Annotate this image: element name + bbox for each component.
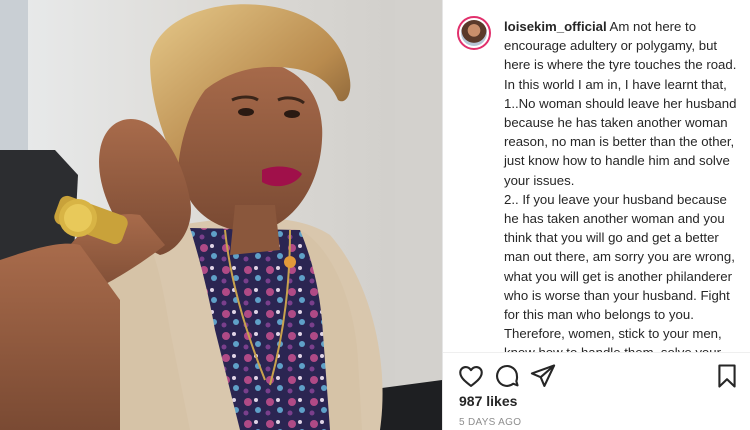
avatar[interactable] [457, 16, 491, 50]
instagram-post: loisekim_official Am not here to encoura… [0, 0, 750, 430]
post-timestamp[interactable]: 5 DAYS AGO [459, 417, 521, 428]
caption: loisekim_official Am not here to encoura… [504, 17, 744, 352]
divider [443, 352, 750, 353]
post-photo-image [0, 0, 442, 430]
likes-count[interactable]: 987 likes [459, 393, 517, 409]
bookmark-icon [718, 364, 736, 388]
share-icon [530, 364, 556, 387]
action-bar [443, 356, 750, 392]
avatar-image [461, 20, 487, 46]
caption-text: Am not here to encourage adultery or pol… [504, 19, 737, 352]
like-button[interactable] [457, 362, 485, 390]
comment-button[interactable] [493, 362, 521, 390]
post-sidebar: loisekim_official Am not here to encoura… [442, 0, 750, 430]
heart-icon [459, 365, 483, 387]
username-link[interactable]: loisekim_official [504, 19, 607, 34]
caption-scroll-area[interactable]: loisekim_official Am not here to encoura… [443, 0, 750, 352]
share-button[interactable] [529, 362, 557, 390]
post-photo[interactable] [0, 0, 442, 430]
comment-icon [496, 364, 519, 387]
save-button[interactable] [713, 362, 741, 390]
